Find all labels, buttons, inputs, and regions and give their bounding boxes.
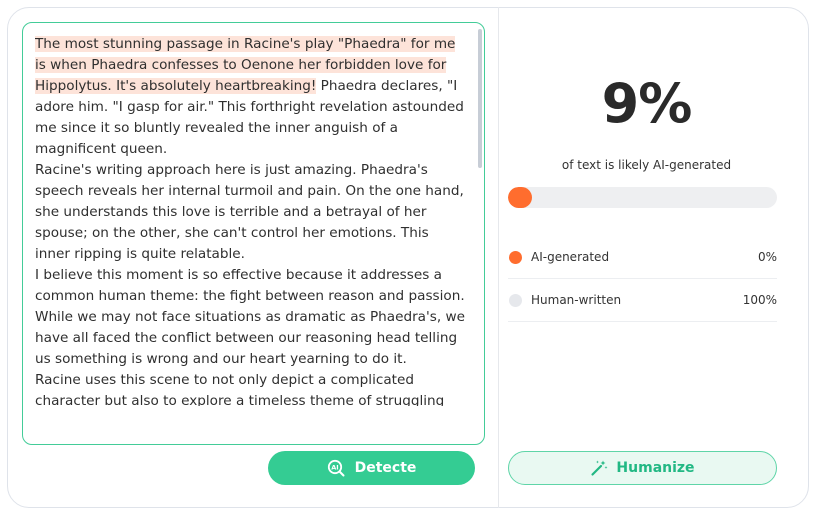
- paragraph-4: Racine uses this scene to not only depic…: [35, 372, 445, 406]
- paragraph-1: The most stunning passage in Racine's pl…: [35, 34, 467, 160]
- legend-row-human: Human-written 100%: [508, 279, 777, 322]
- legend-row-ai: AI-generated 0%: [508, 236, 777, 279]
- result-subtext: of text is likely AI-generated: [561, 158, 732, 172]
- ai-percent-value: 9%: [601, 72, 693, 135]
- humanize-button-label: Humanize: [616, 460, 695, 476]
- legend-value-human: 100%: [742, 293, 777, 307]
- legend-label-ai: AI-generated: [531, 250, 610, 264]
- magic-wand-icon: [590, 459, 608, 477]
- ai-progress-fill: [508, 187, 533, 208]
- legend-label-human: Human-written: [531, 293, 622, 307]
- detect-button[interactable]: AI Detecte: [268, 451, 475, 485]
- detect-button-label: Detecte: [354, 460, 417, 476]
- ai-dot-icon: [509, 250, 522, 264]
- text-input-area[interactable]: The most stunning passage in Racine's pl…: [22, 22, 485, 445]
- humanize-button[interactable]: Humanize: [508, 451, 777, 485]
- paragraph-2: Racine's writing approach here is just a…: [35, 162, 464, 262]
- paragraph-3: I believe this moment is so effective be…: [35, 267, 465, 367]
- text-content[interactable]: The most stunning passage in Racine's pl…: [35, 34, 467, 406]
- ai-progress-bar: [508, 187, 777, 208]
- legend-value-ai: 0%: [757, 250, 777, 264]
- human-dot-icon: [509, 293, 522, 307]
- ai-scan-icon: AI: [327, 459, 345, 477]
- scrollbar-thumb[interactable]: [478, 29, 482, 168]
- svg-text:AI: AI: [331, 464, 338, 472]
